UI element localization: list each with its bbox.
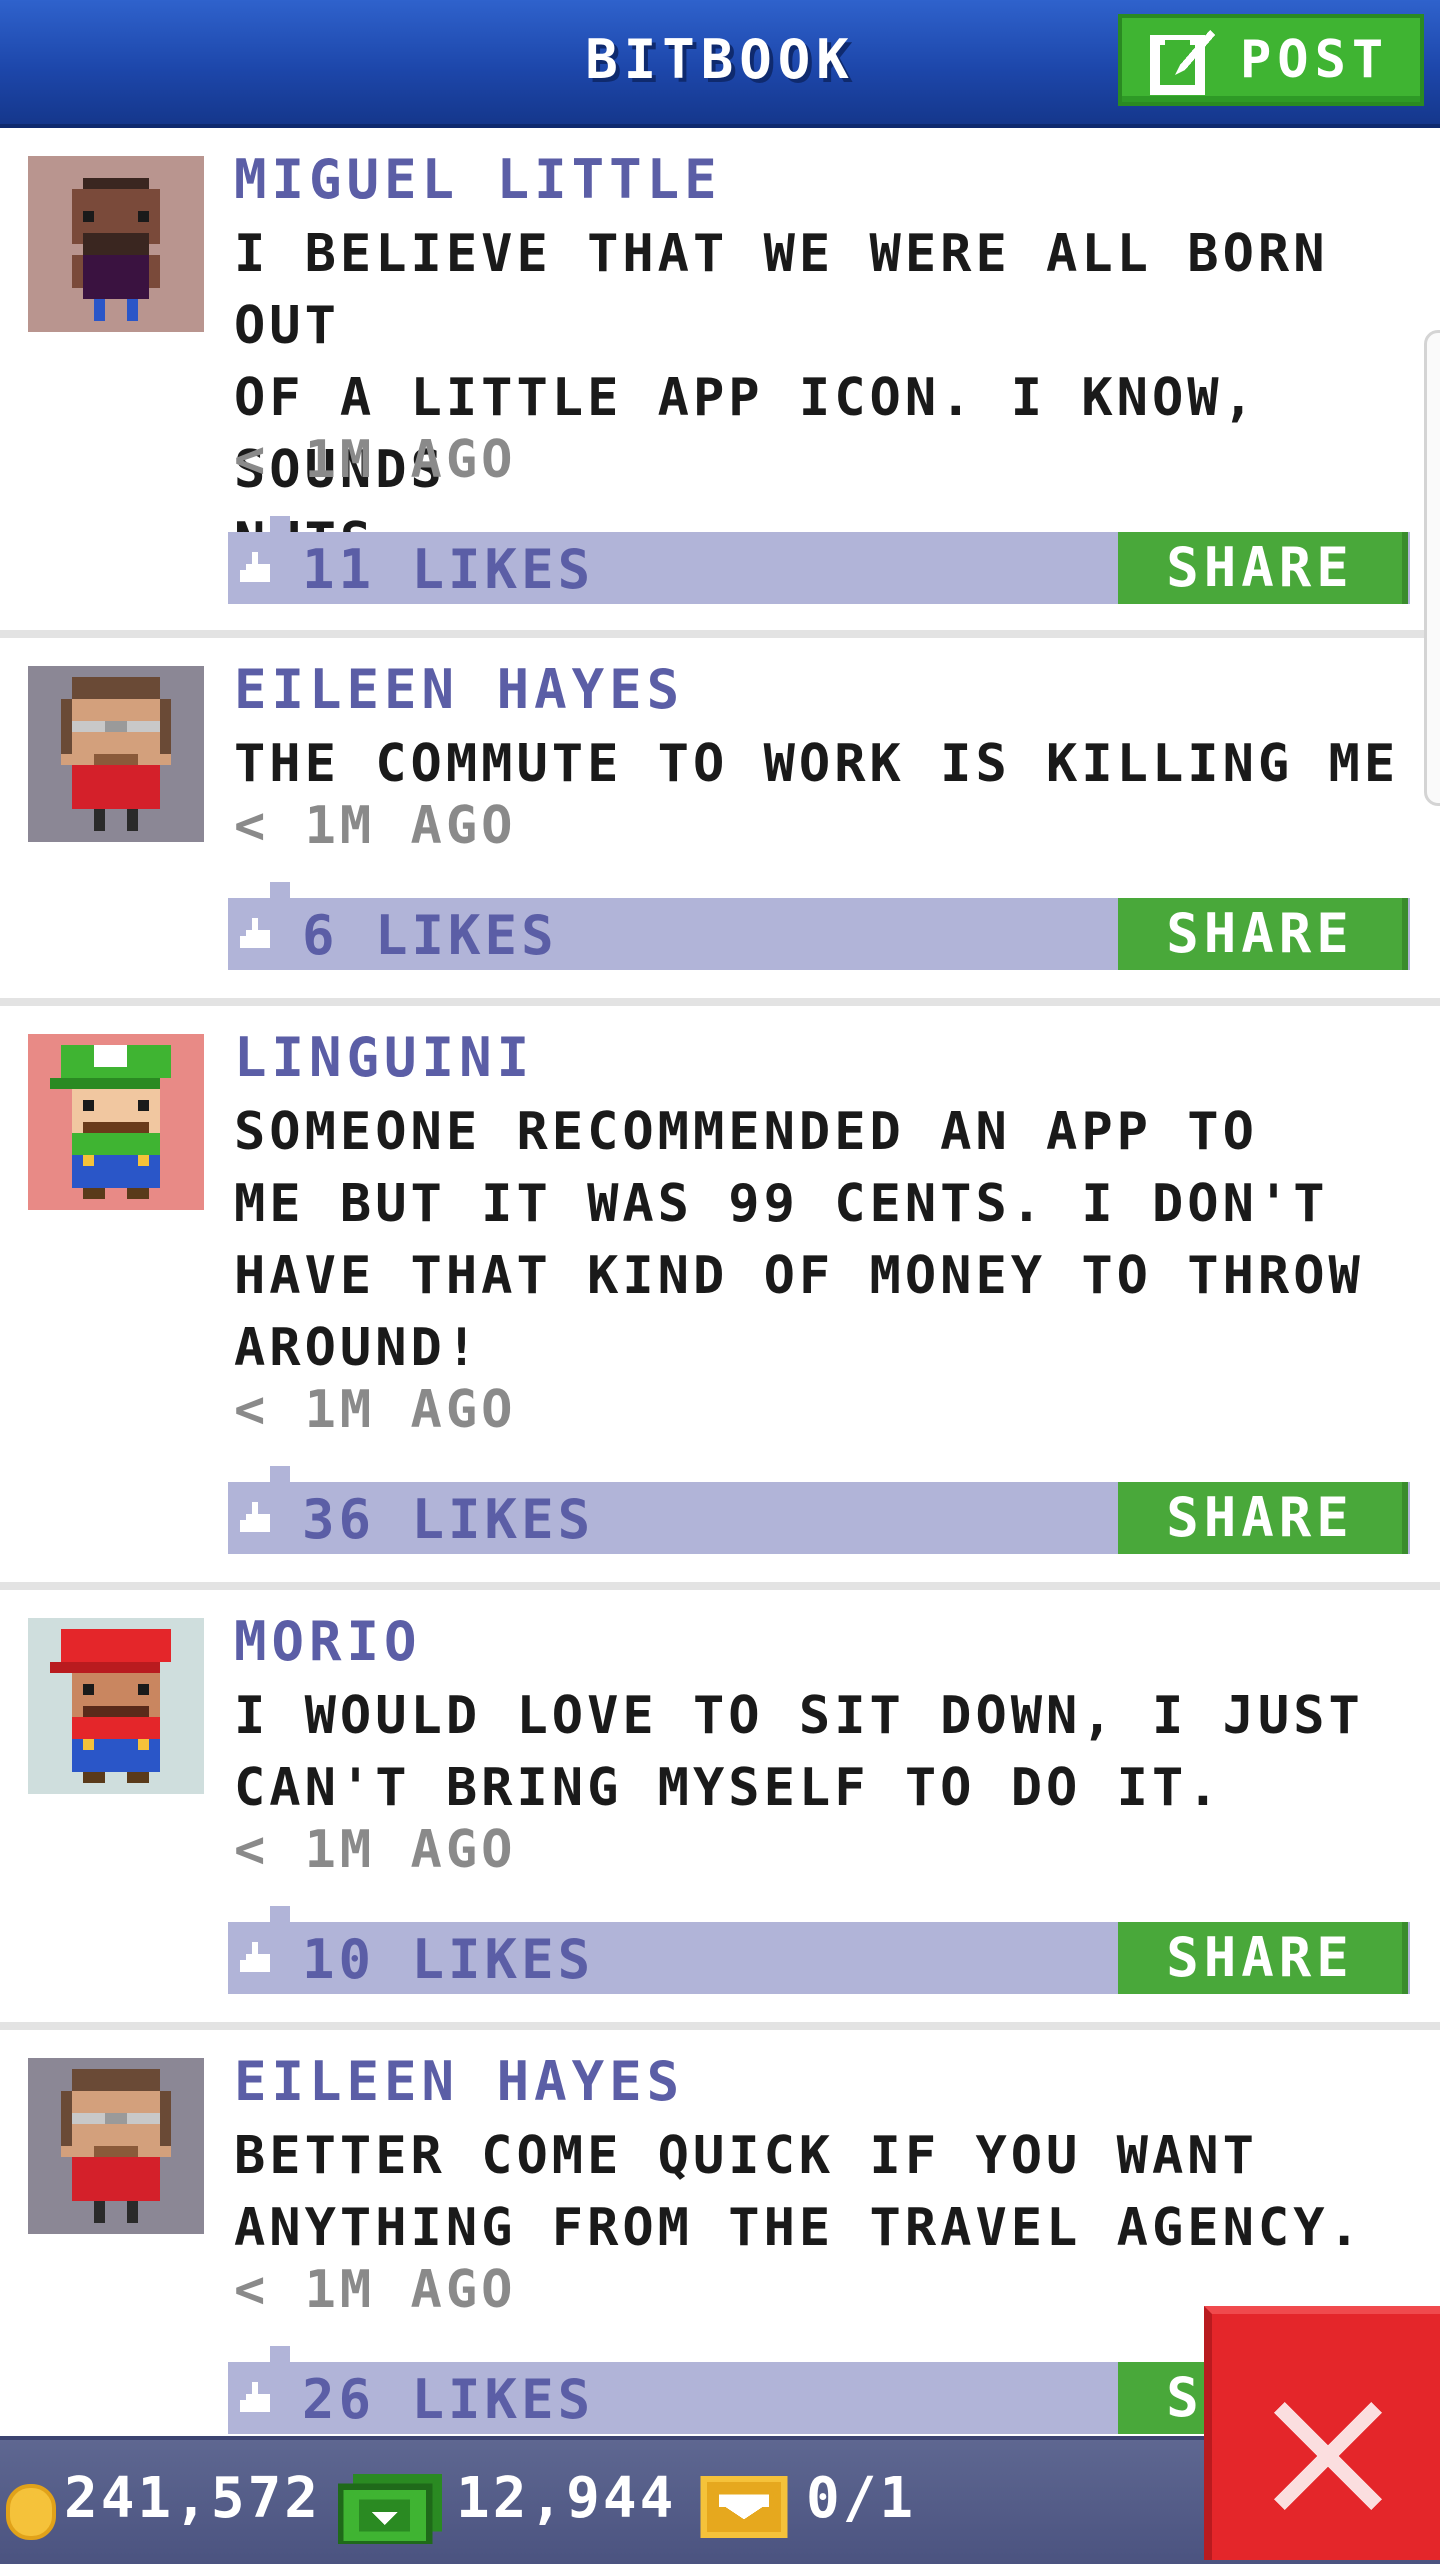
share-button[interactable]: SHARE bbox=[1118, 532, 1408, 604]
post-author[interactable]: MORIO bbox=[234, 1610, 422, 1673]
close-button[interactable] bbox=[1204, 2306, 1440, 2560]
post-time: < 1M AGO bbox=[234, 796, 517, 856]
post-author[interactable]: LINGUINI bbox=[234, 1026, 534, 1089]
feed-post: EILEEN HAYES THE COMMUTE TO WORK IS KILL… bbox=[0, 638, 1440, 1006]
like-bar-notch bbox=[270, 1906, 290, 1922]
like-bar-notch bbox=[270, 2346, 290, 2362]
feed-list: MIGUEL LITTLE I BELIEVE THAT WE WERE ALL… bbox=[0, 128, 1440, 2470]
share-button[interactable]: SHARE bbox=[1118, 898, 1408, 970]
post-author[interactable]: EILEEN HAYES bbox=[234, 658, 684, 721]
coin-count: 241,572 bbox=[64, 2466, 322, 2531]
feed-post: MIGUEL LITTLE I BELIEVE THAT WE WERE ALL… bbox=[0, 128, 1440, 638]
like-icon bbox=[240, 2382, 270, 2412]
like-icon bbox=[240, 1942, 270, 1972]
like-icon bbox=[240, 552, 270, 582]
avatar[interactable] bbox=[28, 156, 204, 332]
like-count: 26 LIKES bbox=[302, 2368, 595, 2431]
bux-count: 12,944 bbox=[456, 2466, 677, 2531]
bux-icon bbox=[338, 2474, 442, 2544]
ticket-count: 0/1 bbox=[806, 2466, 917, 2531]
post-time: < 1M AGO bbox=[234, 1820, 517, 1880]
like-count: 10 LIKES bbox=[302, 1928, 595, 1991]
post-message: THE COMMUTE TO WORK IS KILLING ME :( bbox=[234, 734, 1440, 794]
ticket-icon bbox=[700, 2476, 788, 2538]
share-button[interactable]: SHARE bbox=[1118, 1922, 1408, 1994]
like-icon bbox=[240, 1502, 270, 1532]
like-bar-notch bbox=[270, 516, 290, 532]
scrollbar[interactable] bbox=[1424, 330, 1440, 806]
like-count: 11 LIKES bbox=[302, 538, 595, 601]
feed-post: MORIO I WOULD LOVE TO SIT DOWN, I JUST C… bbox=[0, 1590, 1440, 2030]
post-author[interactable]: MIGUEL LITTLE bbox=[234, 148, 722, 211]
feed-post: LINGUINI SOMEONE RECOMMENDED AN APP TO M… bbox=[0, 1006, 1440, 1590]
post-author[interactable]: EILEEN HAYES bbox=[234, 2050, 684, 2113]
share-button[interactable]: SHARE bbox=[1118, 1482, 1408, 1554]
post-time: < 1M AGO bbox=[234, 2260, 517, 2320]
post-time: < 1M AGO bbox=[234, 430, 517, 490]
avatar[interactable] bbox=[28, 666, 204, 842]
post-message: SOMEONE RECOMMENDED AN APP TO ME BUT IT … bbox=[234, 1102, 1364, 1378]
post-time: < 1M AGO bbox=[234, 1380, 517, 1440]
like-bar-notch bbox=[270, 1466, 290, 1482]
coin-icon bbox=[6, 2484, 56, 2540]
like-count: 6 LIKES bbox=[302, 904, 558, 967]
post-message: I WOULD LOVE TO SIT DOWN, I JUST CAN'T B… bbox=[234, 1686, 1364, 1818]
like-count: 36 LIKES bbox=[302, 1488, 595, 1551]
post-button[interactable]: POST bbox=[1118, 14, 1424, 106]
avatar[interactable] bbox=[28, 1034, 204, 1210]
post-message: I BELIEVE THAT WE WERE ALL BORN OUT OF A… bbox=[234, 224, 1329, 572]
avatar[interactable] bbox=[28, 1618, 204, 1794]
like-icon bbox=[240, 918, 270, 948]
close-icon bbox=[1274, 2402, 1382, 2510]
app-header: BITBOOK POST bbox=[0, 0, 1440, 128]
post-message: BETTER COME QUICK IF YOU WANT ANYTHING F… bbox=[234, 2126, 1364, 2258]
like-bar-notch bbox=[270, 882, 290, 898]
compose-icon bbox=[1150, 30, 1215, 95]
avatar[interactable] bbox=[28, 2058, 204, 2234]
post-button-label: POST bbox=[1240, 30, 1390, 90]
